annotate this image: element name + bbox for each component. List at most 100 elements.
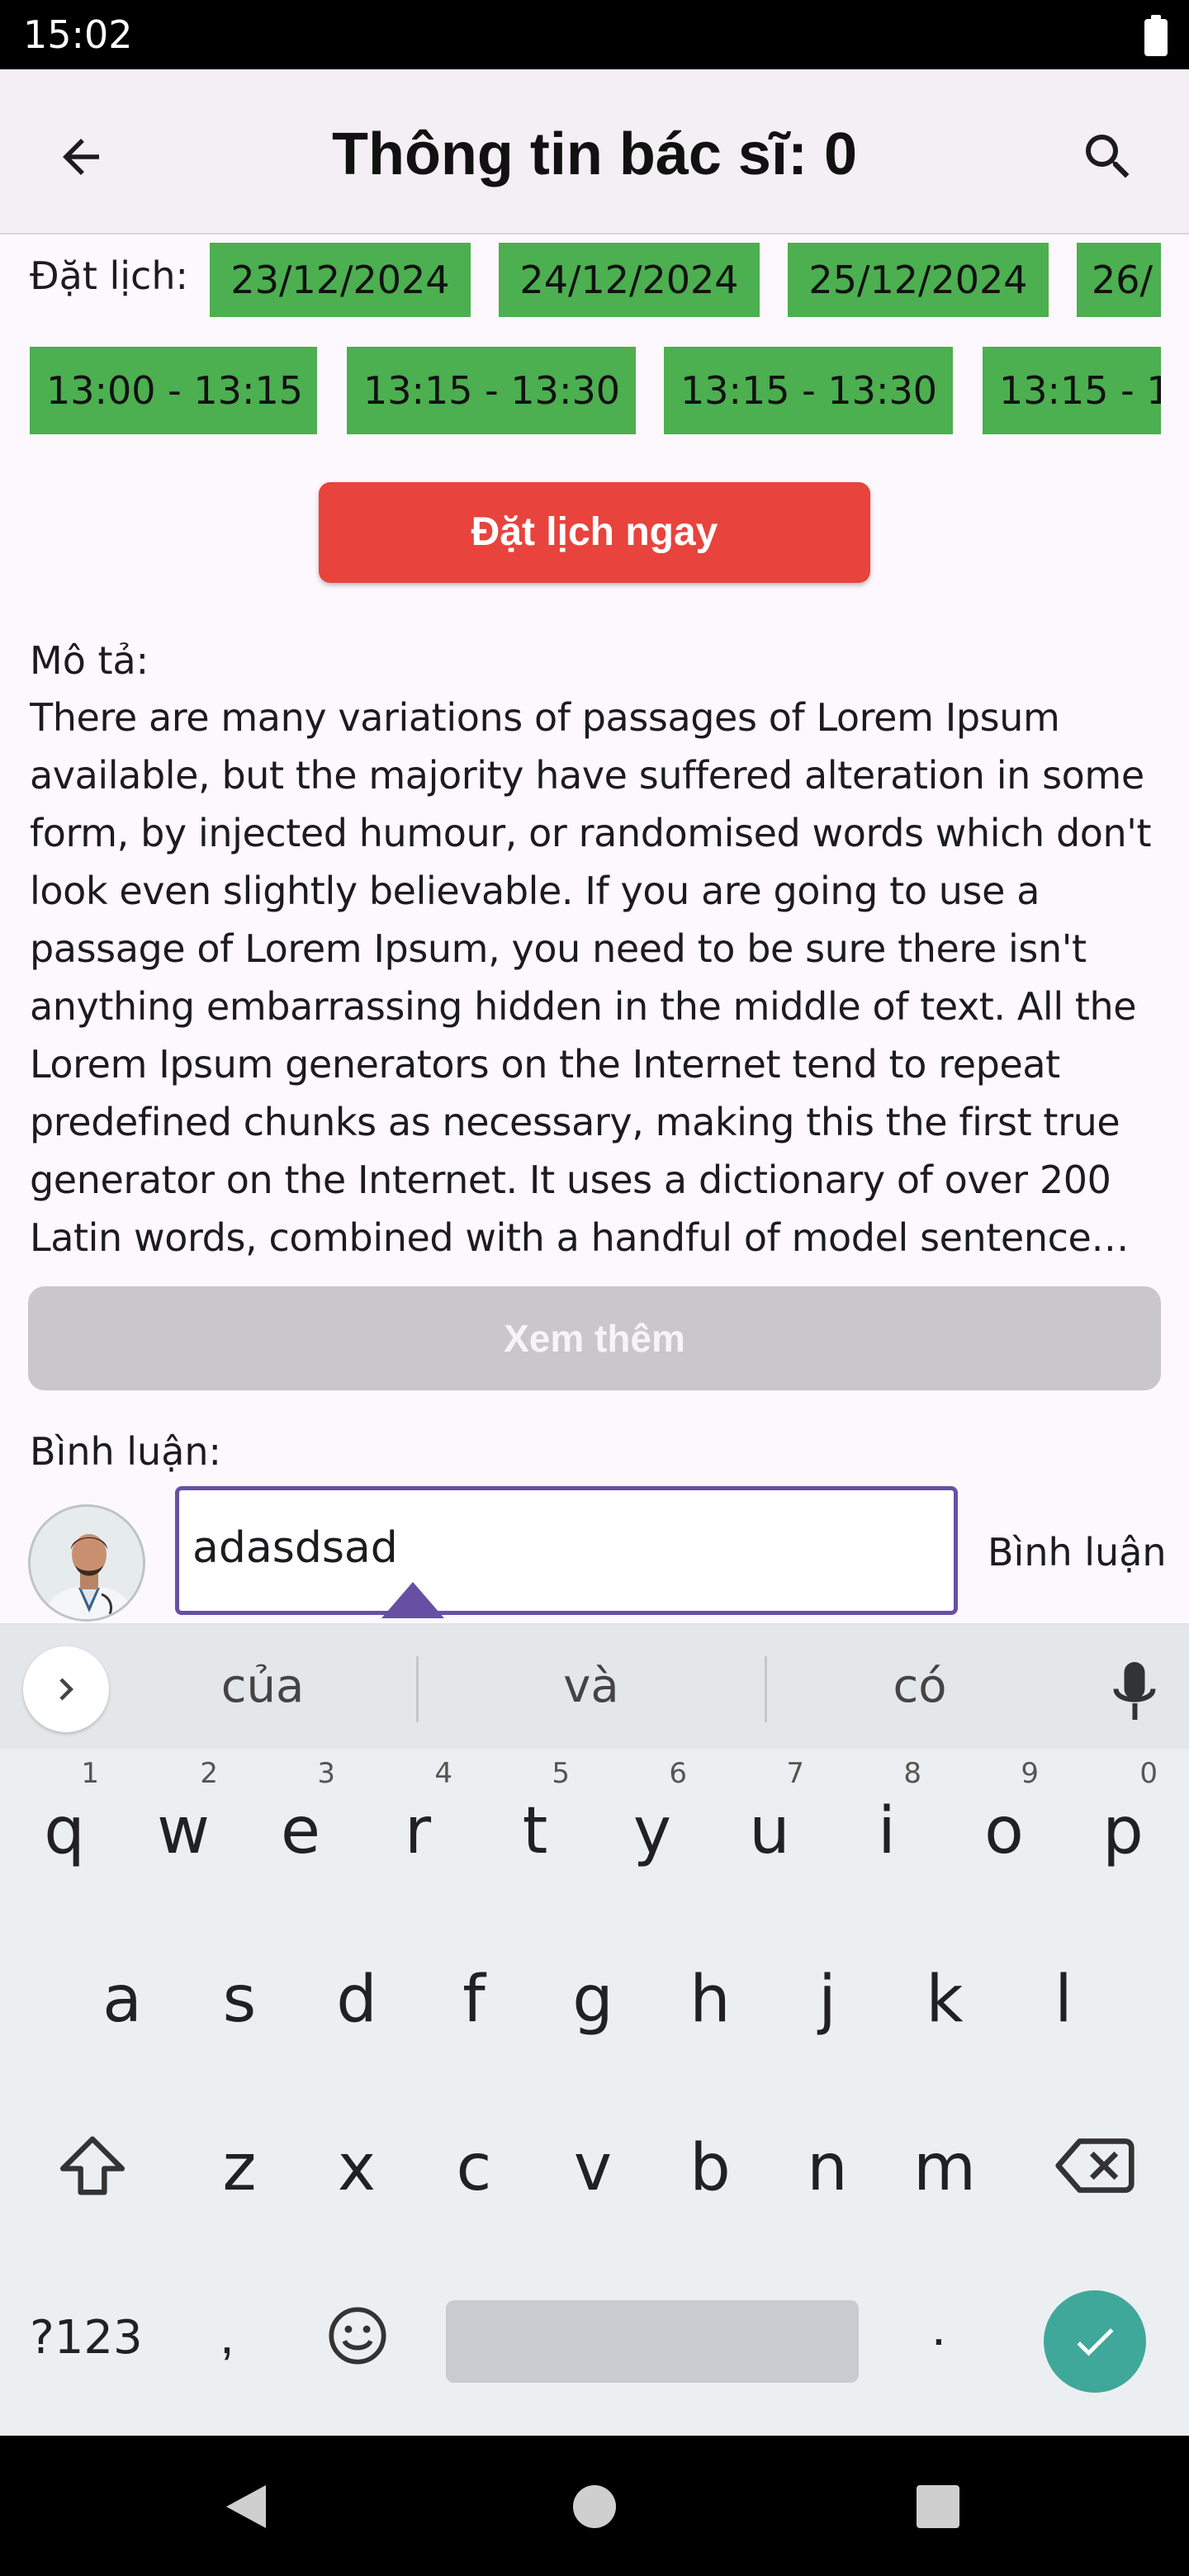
key-letter: w (157, 1794, 210, 1868)
enter-key[interactable] (1044, 2290, 1146, 2393)
key-n[interactable]: n (768, 2087, 887, 2244)
page-title: Thông tin bác sĩ: 0 (331, 121, 857, 187)
emoji-key[interactable] (320, 2299, 395, 2373)
shift-icon (59, 2136, 126, 2195)
key-letter: o (984, 1794, 1024, 1868)
key-number-hint: 5 (552, 1757, 570, 1790)
avatar (28, 1504, 145, 1622)
key-c[interactable]: c (414, 2087, 533, 2244)
nav-recents-icon[interactable] (917, 2485, 959, 2528)
backspace-key[interactable] (1044, 2120, 1146, 2211)
key-letter: n (807, 2131, 848, 2205)
key-letter: j (818, 1963, 836, 2037)
space-key[interactable] (446, 2300, 859, 2383)
key-letter: b (689, 2131, 731, 2205)
key-number-hint: 7 (786, 1757, 804, 1790)
key-letter: v (573, 2131, 613, 2205)
key-number-hint: 0 (1139, 1757, 1158, 1790)
expand-toolbar-button[interactable] (23, 1646, 109, 1732)
date-chip[interactable]: 25/12/2024 (788, 243, 1049, 317)
key-letter: u (749, 1794, 790, 1868)
time-slot-chip[interactable]: 13:15 - 13:30 (347, 347, 636, 434)
text-cursor-handle[interactable] (381, 1582, 444, 1618)
date-chip[interactable]: 24/12/2024 (499, 243, 760, 317)
nav-home-icon[interactable] (573, 2485, 616, 2528)
arrow-back-icon (63, 139, 99, 175)
soft-keyboard: của và có 1q 2w 3e 4r 5t 6y 7u 8i 9o 0p … (0, 1623, 1189, 2436)
key-m[interactable]: m (885, 2087, 1004, 2244)
key-h[interactable]: h (651, 1919, 770, 2076)
key-y[interactable]: 6y (593, 1750, 712, 1907)
key-t[interactable]: 5t (476, 1750, 594, 1907)
doctor-avatar-image (31, 1507, 143, 1619)
key-v[interactable]: v (533, 2087, 652, 2244)
key-a[interactable]: a (63, 1919, 182, 2076)
key-letter: m (913, 2131, 976, 2205)
key-z[interactable]: z (180, 2087, 299, 2244)
key-letter: q (44, 1794, 85, 1868)
key-letter: i (878, 1794, 896, 1868)
nav-back-icon[interactable] (223, 2482, 269, 2531)
key-w[interactable]: 2w (124, 1750, 243, 1907)
key-letter: y (632, 1794, 672, 1868)
comma-key[interactable]: , (220, 2294, 234, 2376)
key-number-hint: 3 (317, 1757, 335, 1790)
see-more-button[interactable]: Xem thêm (28, 1286, 1161, 1390)
key-q[interactable]: 1q (5, 1750, 124, 1907)
symbols-key[interactable]: ?123 (30, 2305, 143, 2371)
suggestion-item[interactable]: của (139, 1650, 386, 1724)
key-r[interactable]: 4r (358, 1750, 477, 1907)
key-letter: d (336, 1963, 377, 2037)
key-letter: r (404, 1794, 432, 1868)
time-slot-chip[interactable]: 13:00 - 13:15 (30, 347, 317, 434)
key-x[interactable]: x (297, 2087, 416, 2244)
key-letter: p (1102, 1794, 1144, 1868)
key-e[interactable]: 3e (241, 1750, 360, 1907)
microphone-icon[interactable] (1110, 1658, 1159, 1724)
key-u[interactable]: 7u (710, 1750, 829, 1907)
key-o[interactable]: 9o (945, 1750, 1063, 1907)
key-g[interactable]: g (533, 1919, 652, 2076)
key-letter: k (926, 1963, 964, 2037)
search-button[interactable] (1070, 119, 1146, 195)
key-letter: t (522, 1794, 548, 1868)
key-l[interactable]: l (1004, 1919, 1123, 2076)
key-number-hint: 6 (669, 1757, 687, 1790)
key-s[interactable]: s (180, 1919, 299, 2076)
key-letter: g (572, 1963, 613, 2037)
suggestion-item[interactable]: và (467, 1650, 715, 1724)
key-f[interactable]: f (414, 1919, 533, 2076)
date-chip[interactable]: 23/12/2024 (210, 243, 471, 317)
key-number-hint: 8 (903, 1757, 921, 1790)
key-number-hint: 2 (200, 1757, 218, 1790)
time-slot-chip[interactable]: 13:15 - 1 (983, 347, 1161, 434)
chevron-right-icon (59, 1678, 73, 1701)
back-button[interactable] (43, 119, 119, 195)
period-key[interactable]: . (931, 2285, 946, 2368)
description-text: There are many variations of passages of… (30, 695, 1152, 1260)
status-time: 15:02 (23, 12, 133, 57)
key-p[interactable]: 0p (1063, 1750, 1182, 1907)
key-i[interactable]: 8i (827, 1750, 946, 1907)
key-d[interactable]: d (297, 1919, 416, 2076)
emoji-icon (329, 2307, 386, 2365)
suggestion-divider (416, 1656, 419, 1722)
battery-full-icon (1144, 15, 1168, 56)
booking-label: Đặt lịch: (30, 253, 188, 298)
search-icon (1086, 135, 1130, 178)
key-b[interactable]: b (651, 2087, 770, 2244)
comment-submit-button[interactable]: Bình luận (988, 1527, 1167, 1577)
suggestion-divider (765, 1656, 767, 1722)
doctor-detail-content[interactable]: Đặt lịch: 23/12/2024 24/12/2024 25/12/20… (0, 236, 1189, 1623)
book-now-button[interactable]: Đặt lịch ngay (319, 482, 870, 583)
comment-input[interactable]: adasdsad (175, 1486, 958, 1615)
date-chip[interactable]: 26/ (1077, 243, 1161, 317)
key-letter: e (281, 1794, 320, 1868)
suggestion-item[interactable]: có (796, 1650, 1044, 1724)
key-k[interactable]: k (885, 1919, 1004, 2076)
shift-key[interactable] (41, 2120, 144, 2211)
key-number-hint: 4 (434, 1757, 452, 1790)
key-number-hint: 9 (1021, 1757, 1039, 1790)
time-slot-chip[interactable]: 13:15 - 13:30 (664, 347, 953, 434)
key-j[interactable]: j (768, 1919, 887, 2076)
